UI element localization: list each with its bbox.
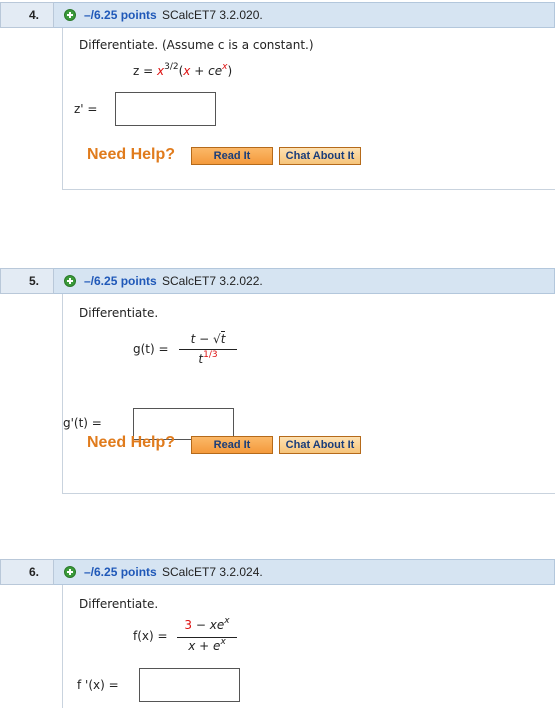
formula-lhs: g(t) = bbox=[133, 342, 169, 356]
numerator-3: 3 bbox=[184, 618, 193, 632]
question-body: Differentiate. g(t) = t − √t t1/3 g'(t) … bbox=[62, 294, 555, 494]
formula-c: c bbox=[208, 64, 215, 78]
question-number: 4. bbox=[0, 2, 54, 28]
read-it-button[interactable]: Read It bbox=[191, 147, 273, 165]
sqrt-icon: √ bbox=[213, 332, 221, 346]
question-body: Differentiate. f(x) = 3 − xex x + ex f '… bbox=[62, 585, 555, 708]
fraction-line bbox=[177, 637, 237, 638]
formula-denominator: x + ex bbox=[175, 637, 239, 653]
question-reference: SCalcET7 3.2.022. bbox=[162, 274, 263, 288]
question-header: 5. –/6.25 points SCalcET7 3.2.022. bbox=[0, 268, 555, 294]
answer-label: g'(t) = bbox=[63, 416, 102, 430]
points-label: –/6.25 points bbox=[84, 274, 157, 288]
numerator-root-t: t bbox=[220, 331, 226, 346]
formula-e: e bbox=[214, 64, 223, 78]
question-number: 5. bbox=[0, 268, 54, 294]
formula-close-paren: ) bbox=[227, 64, 233, 78]
points-label: –/6.25 points bbox=[84, 8, 157, 22]
answer-label: z' = bbox=[74, 102, 98, 116]
question-title-bar: –/6.25 points SCalcET7 3.2.020. bbox=[54, 2, 555, 28]
formula-numerator: t − √t bbox=[177, 331, 239, 346]
numerator-t: t bbox=[190, 332, 196, 346]
answer-label: f '(x) = bbox=[77, 678, 119, 692]
need-help-label: Need Help? bbox=[87, 434, 176, 451]
question-prompt: Differentiate. bbox=[79, 597, 159, 611]
formula-exponent: 3/2 bbox=[164, 62, 179, 72]
denominator-exponent: 1/3 bbox=[203, 350, 218, 360]
question-header: 4. –/6.25 points SCalcET7 3.2.020. bbox=[0, 2, 555, 28]
question-prompt: Differentiate. (Assume c is a constant.) bbox=[79, 38, 314, 52]
answer-input[interactable] bbox=[115, 92, 216, 126]
formula-denominator: t1/3 bbox=[177, 350, 239, 366]
question-body: Differentiate. (Assume c is a constant.)… bbox=[62, 28, 555, 190]
points-label: –/6.25 points bbox=[84, 565, 157, 579]
formula-lhs: z = bbox=[133, 64, 154, 78]
question-header: 6. –/6.25 points SCalcET7 3.2.024. bbox=[0, 559, 555, 585]
formula-lhs: f(x) = bbox=[133, 629, 168, 643]
formula-plus: + bbox=[194, 64, 205, 78]
formula-x: x bbox=[183, 64, 191, 78]
chat-about-it-button[interactable]: Chat About It bbox=[279, 436, 361, 454]
chat-about-it-button[interactable]: Chat About It bbox=[279, 147, 361, 165]
denominator-plus: + bbox=[199, 639, 210, 653]
formula-e-exponent: x bbox=[222, 62, 228, 72]
need-help-label: Need Help? bbox=[87, 146, 176, 163]
denominator-x: x bbox=[188, 639, 196, 653]
numerator-minus: − bbox=[195, 618, 206, 632]
numerator-minus: − bbox=[199, 332, 210, 346]
formula-z: z = x3/2(x + cex) bbox=[133, 62, 233, 78]
numerator-x: x bbox=[209, 618, 217, 632]
formula-numerator: 3 − xex bbox=[175, 616, 239, 632]
question-title-bar: –/6.25 points SCalcET7 3.2.024. bbox=[54, 559, 555, 585]
expand-plus-icon[interactable] bbox=[64, 566, 76, 578]
question-prompt: Differentiate. bbox=[79, 306, 159, 320]
question-reference: SCalcET7 3.2.024. bbox=[162, 565, 263, 579]
expand-plus-icon[interactable] bbox=[64, 9, 76, 21]
denominator-exponent: x bbox=[220, 637, 226, 647]
numerator-exponent: x bbox=[224, 616, 230, 626]
question-title-bar: –/6.25 points SCalcET7 3.2.022. bbox=[54, 268, 555, 294]
question-reference: SCalcET7 3.2.020. bbox=[162, 8, 263, 22]
question-number: 6. bbox=[0, 559, 54, 585]
read-it-button[interactable]: Read It bbox=[191, 436, 273, 454]
answer-input[interactable] bbox=[139, 668, 240, 702]
expand-plus-icon[interactable] bbox=[64, 275, 76, 287]
